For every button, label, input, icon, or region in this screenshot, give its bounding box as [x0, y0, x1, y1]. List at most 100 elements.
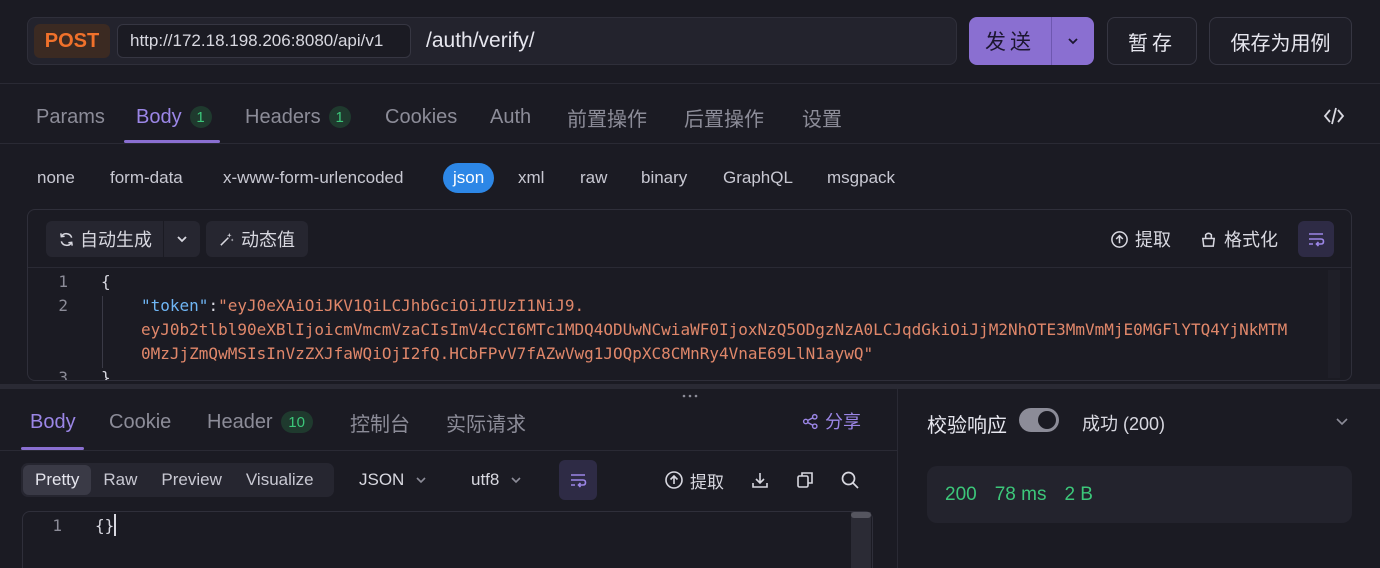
json-string-continued: 0MzJjZmQwMSIsInVzZXJfaWQiOjI2fQ.HCbFPvV7… [141, 344, 874, 363]
tab-label: 前置操作 [567, 108, 647, 131]
response-tab-actual-request[interactable]: 实际请求 [446, 406, 526, 438]
share-button[interactable]: 分享 [802, 409, 861, 433]
chevron-down-icon [177, 236, 187, 243]
response-scrollbar[interactable] [851, 512, 871, 568]
stash-button[interactable]: 暂存 [1107, 17, 1197, 65]
tab-pre-actions[interactable]: 前置操作 [567, 100, 647, 134]
tab-settings[interactable]: 设置 [802, 100, 842, 134]
tab-label: Headers [245, 105, 321, 128]
chevron-down-icon [416, 477, 426, 484]
tab-cookies[interactable]: Cookies [385, 100, 457, 134]
copy-icon[interactable] [795, 470, 815, 495]
body-type-graphql[interactable]: GraphQL [723, 163, 793, 193]
divider [28, 267, 1351, 268]
view-mode-preview[interactable]: Preview [149, 465, 233, 495]
status-code: 200 [945, 483, 977, 505]
tab-auth[interactable]: Auth [490, 100, 531, 134]
response-extract-button[interactable]: 提取 [664, 463, 724, 497]
extract-label: 提取 [1135, 230, 1171, 250]
wrap-icon [571, 474, 587, 488]
response-body-text: {} [95, 516, 115, 535]
auto-generate-label: 自动生成 [80, 230, 152, 250]
validate-status: 成功 (200) [1082, 414, 1166, 434]
encoding-select-value: utf8 [471, 470, 500, 489]
send-button[interactable]: 发送 [969, 17, 1094, 65]
json-string: "eyJ0eXAiOiJKV1QiLCJhbGciOiJIUzI1NiJ9. [218, 296, 585, 315]
view-mode-pretty[interactable]: Pretty [23, 465, 92, 495]
save-as-case-button[interactable]: 保存为用例 [1209, 17, 1352, 65]
auto-generate-button[interactable]: 自动生成 [46, 221, 200, 257]
response-extract-label: 提取 [690, 472, 724, 492]
view-mode-visualize[interactable]: Visualize [234, 465, 326, 495]
tab-label: 后置操作 [684, 108, 764, 131]
body-type-xml[interactable]: xml [518, 163, 544, 193]
count-badge: 10 [280, 411, 313, 433]
editor-scrollbar[interactable] [1328, 270, 1340, 378]
wrap-icon [1309, 233, 1325, 247]
scrollbar-thumb[interactable] [851, 512, 871, 518]
tab-label: Body [136, 105, 182, 128]
send-label[interactable]: 发送 [969, 17, 1052, 65]
brush-icon [1201, 232, 1216, 247]
validate-toggle[interactable] [1019, 408, 1059, 432]
divider [0, 450, 897, 451]
code-icon[interactable] [1322, 104, 1346, 133]
response-size: 2 B [1064, 483, 1093, 505]
method-select[interactable]: POST [34, 24, 110, 58]
tab-body[interactable]: Body 1 [136, 100, 212, 134]
word-wrap-toggle[interactable] [1298, 221, 1334, 257]
response-body-viewer[interactable] [22, 511, 873, 568]
format-button[interactable]: 格式化 [1199, 221, 1278, 257]
line-number: 1 [52, 516, 62, 535]
line-number: 3 [58, 368, 68, 380]
chevron-down-icon [1068, 38, 1078, 45]
code-open-brace: { [101, 272, 111, 291]
validate-response-label: 校验响应 [927, 415, 1007, 437]
response-tab-body[interactable]: Body [30, 406, 76, 438]
tab-label: Params [36, 105, 105, 128]
tab-label: Cookie [109, 410, 172, 433]
json-colon: : [208, 296, 219, 315]
body-type-binary[interactable]: binary [641, 163, 687, 193]
response-tab-console[interactable]: 控制台 [350, 406, 410, 438]
share-label: 分享 [825, 412, 861, 432]
count-badge: 1 [328, 106, 351, 128]
tab-params[interactable]: Params [36, 100, 105, 134]
divider [0, 143, 1380, 144]
body-type-json[interactable]: json [443, 163, 495, 193]
drag-handle-icon[interactable] [681, 385, 699, 403]
send-dropdown[interactable] [1052, 17, 1094, 65]
dynamic-value-button[interactable]: 动态值 [206, 221, 308, 257]
auto-generate-dropdown[interactable] [164, 232, 200, 246]
chevron-down-icon [511, 477, 521, 484]
response-tab-header[interactable]: Header 10 [207, 406, 313, 438]
share-icon [802, 413, 818, 429]
code-token-line: "token":"eyJ0eXAiOiJKV1QiLCJhbGciOiJIUzI… [141, 296, 584, 315]
body-type-none[interactable]: none [37, 163, 75, 193]
body-type-form-data[interactable]: form-data [110, 163, 183, 193]
url-prefix-field[interactable]: http://172.18.198.206:8080/api/v1 [117, 24, 411, 58]
body-type-raw[interactable]: raw [580, 163, 607, 193]
tab-post-actions[interactable]: 后置操作 [684, 100, 764, 134]
tab-label: Auth [490, 105, 532, 128]
status-summary: 200 78 ms 2 B [927, 466, 1352, 523]
download-icon[interactable] [750, 470, 770, 495]
extract-icon [665, 471, 683, 489]
code-close-brace: } [101, 368, 111, 380]
line-number: 2 [58, 296, 68, 315]
format-select[interactable]: JSON [359, 463, 428, 497]
vertical-divider [897, 389, 898, 568]
tab-headers[interactable]: Headers 1 [245, 100, 351, 134]
url-path-input[interactable]: /auth/verify/ [426, 24, 535, 58]
refresh-icon [60, 232, 73, 246]
body-type-msgpack[interactable]: msgpack [827, 163, 895, 193]
body-type-urlencoded[interactable]: x-www-form-urlencoded [223, 163, 403, 193]
format-select-value: JSON [359, 470, 405, 489]
chevron-down-icon[interactable] [1333, 412, 1351, 435]
response-wrap-toggle[interactable] [559, 460, 597, 500]
encoding-select[interactable]: utf8 [471, 463, 523, 497]
response-tab-cookie[interactable]: Cookie [109, 406, 171, 438]
search-icon[interactable] [840, 470, 860, 495]
view-mode-raw[interactable]: Raw [91, 465, 149, 495]
extract-button[interactable]: 提取 [1110, 221, 1171, 257]
